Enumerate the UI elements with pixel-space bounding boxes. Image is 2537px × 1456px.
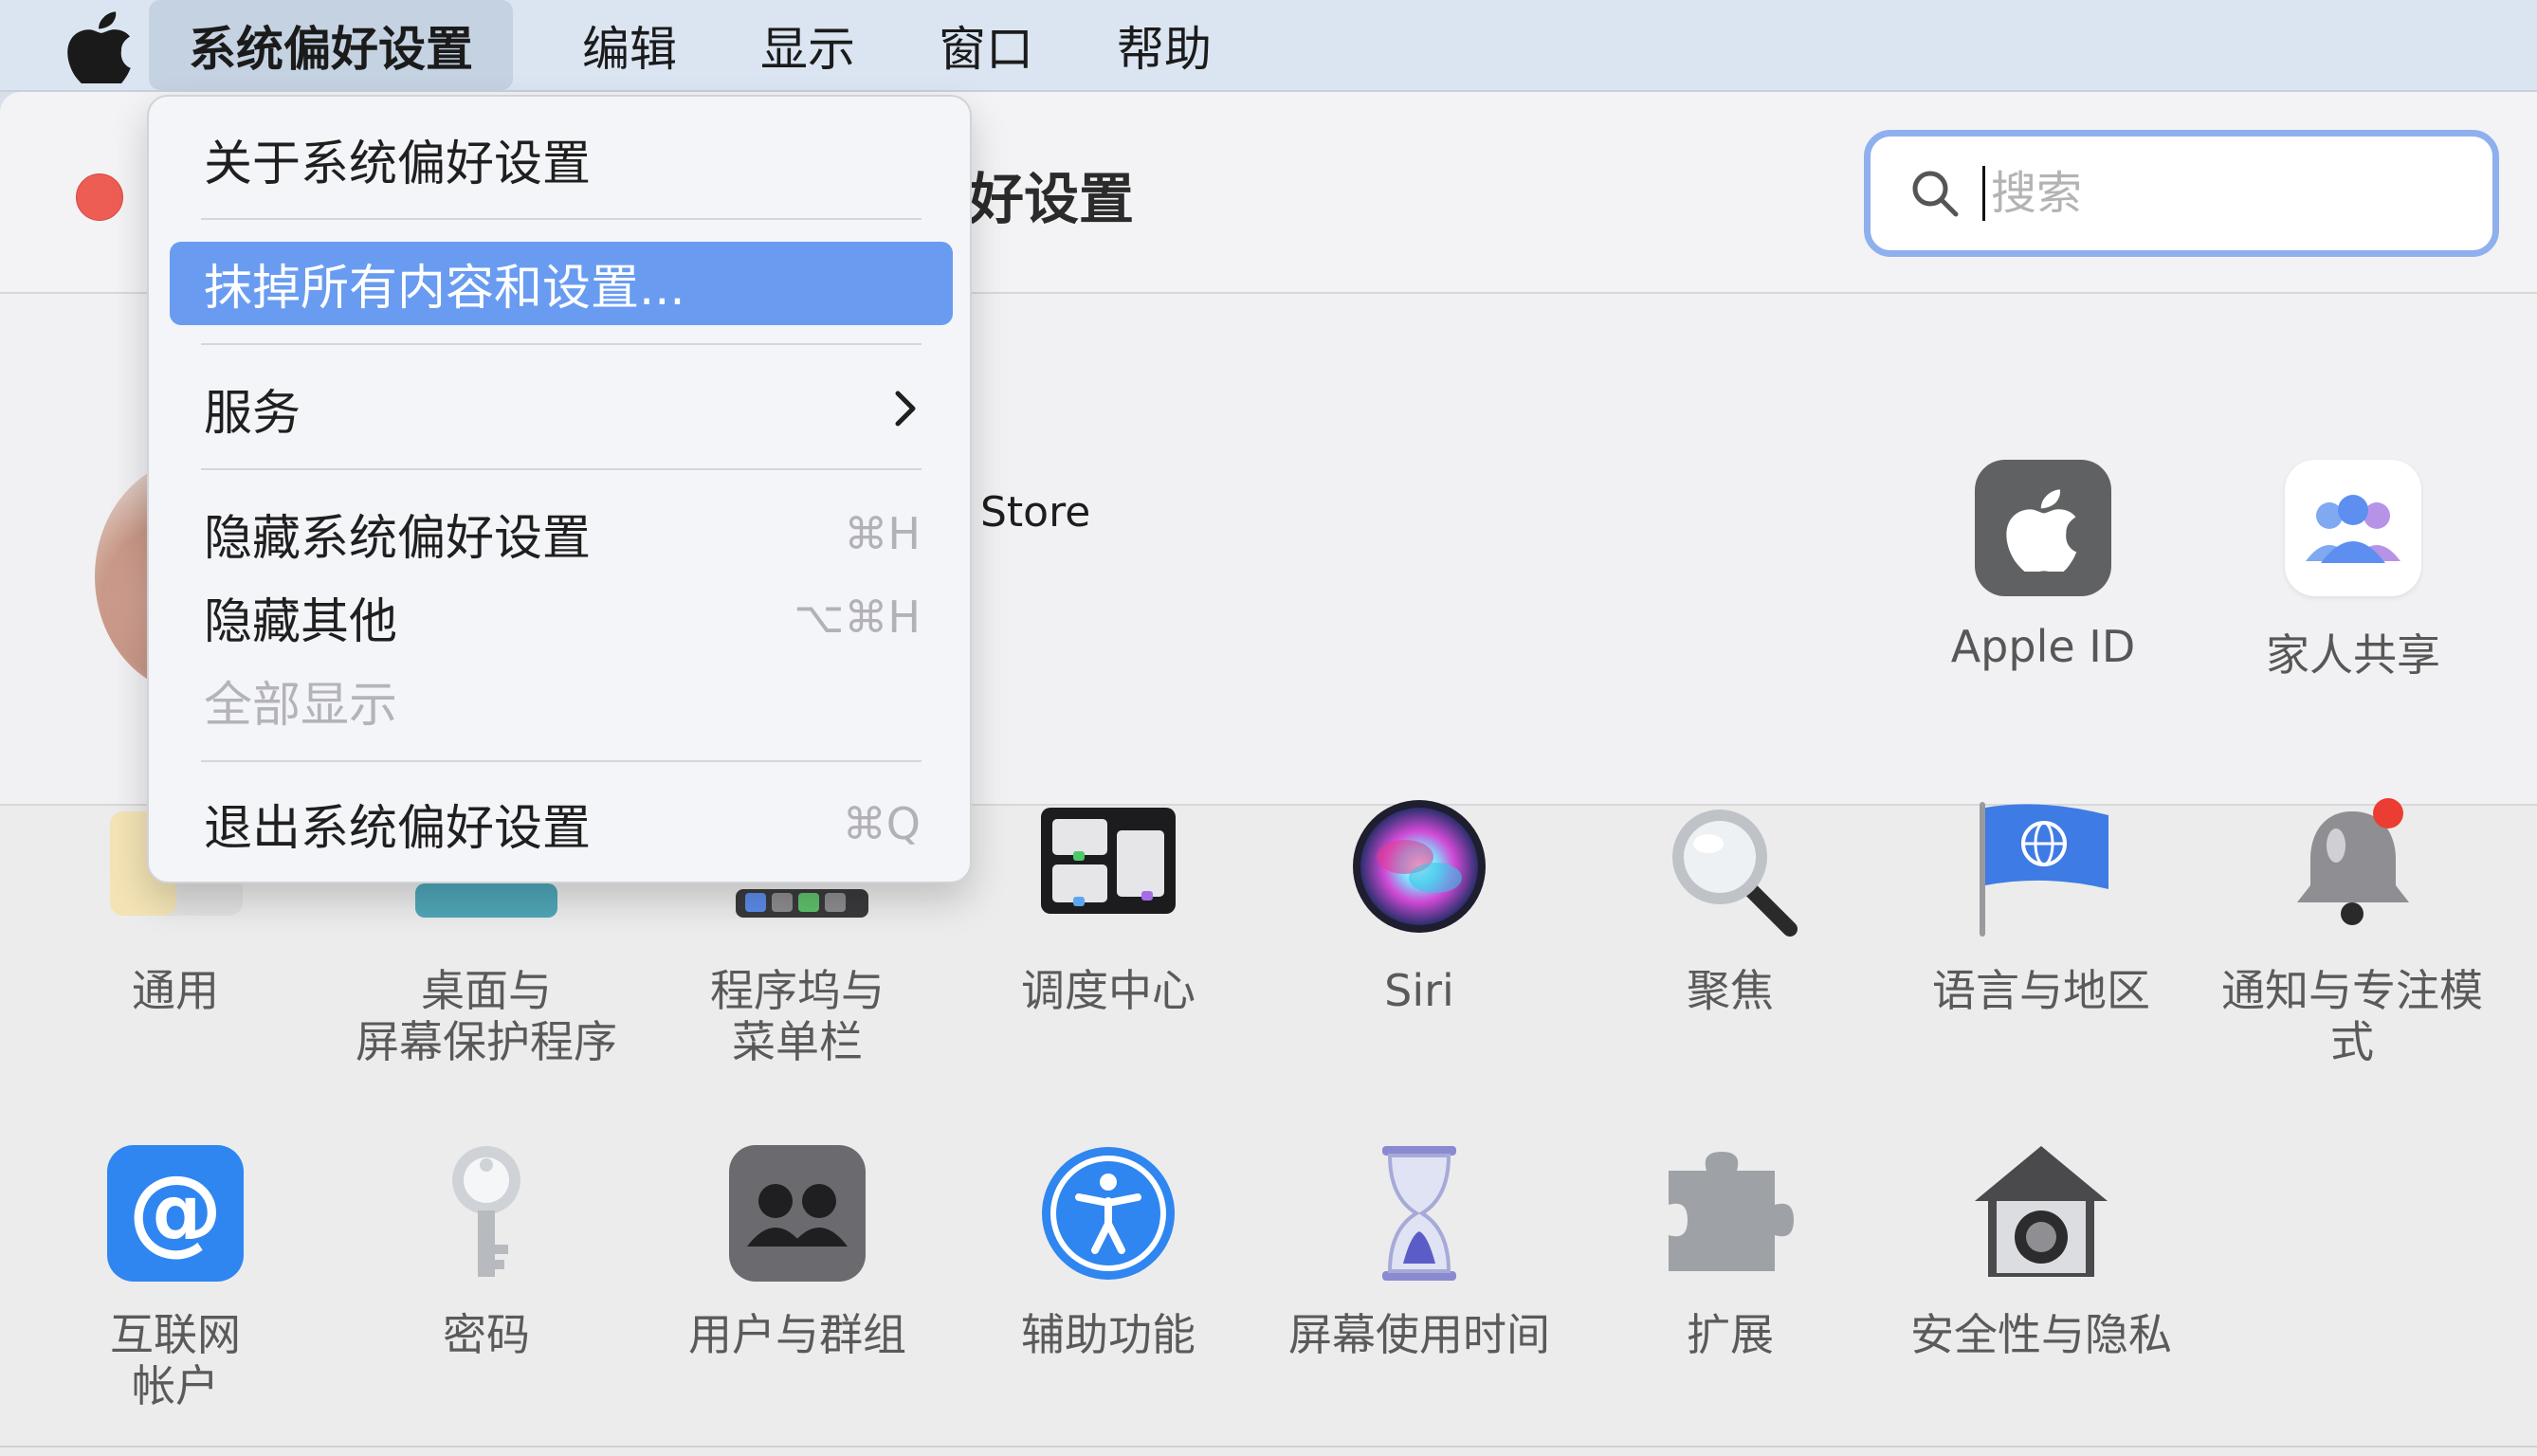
screen-time-label: 屏幕使用时间 <box>1288 1309 1550 1360</box>
menu-help[interactable]: 帮助 <box>1077 0 1251 90</box>
notifications-label: 通知与专注模式 <box>2221 965 2483 1067</box>
menu-quit-shortcut: ⌘Q <box>842 798 921 849</box>
menu-view[interactable]: 显示 <box>721 0 895 90</box>
pref-language-region[interactable]: 语言与地区 <box>1889 798 2193 1016</box>
chevron-right-icon <box>895 391 916 427</box>
menu-hide-label: 隐藏系统偏好设置 <box>204 511 592 567</box>
pref-internet-accounts[interactable]: @ 互联网 帐户 <box>24 1142 327 1411</box>
menu-separator <box>201 468 922 470</box>
text-caret <box>1982 166 1985 221</box>
siri-icon <box>1348 798 1490 940</box>
pref-family-sharing[interactable]: 家人共享 <box>2211 460 2495 683</box>
siri-label: Siri <box>1384 965 1454 1016</box>
menu-about-label: 关于系统偏好设置 <box>204 136 592 192</box>
extensions-icon <box>1659 1142 1801 1284</box>
menu-erase-label: 抹掉所有内容和设置... <box>204 261 685 317</box>
pref-extensions[interactable]: 扩展 <box>1579 1142 1882 1360</box>
notifications-icon <box>2281 798 2423 940</box>
search-field[interactable] <box>1864 130 2499 257</box>
search-input[interactable] <box>1991 167 2446 220</box>
menu-quit[interactable]: 退出系统偏好设置 ⌘Q <box>170 782 953 865</box>
accessibility-icon <box>1037 1142 1179 1284</box>
accessibility-label: 辅助功能 <box>1021 1309 1195 1360</box>
passwords-icon <box>415 1142 557 1284</box>
menu-app-name[interactable]: 系统偏好设置 <box>149 0 513 90</box>
pref-passwords[interactable]: 密码 <box>335 1142 638 1360</box>
menu-separator <box>201 218 922 220</box>
pref-mission-control[interactable]: 调度中心 <box>957 798 1260 1016</box>
menu-show-all-label: 全部显示 <box>204 678 398 734</box>
family-sharing-icon <box>2285 460 2421 596</box>
general-label: 通用 <box>132 965 219 1016</box>
users-groups-label: 用户与群组 <box>688 1309 906 1360</box>
extensions-label: 扩展 <box>1687 1309 1774 1360</box>
menu-services[interactable]: 服务 <box>170 367 953 450</box>
pref-notifications-focus[interactable]: 通知与专注模式 <box>2200 798 2504 1067</box>
close-window-button[interactable] <box>76 173 123 221</box>
screen-time-icon <box>1348 1142 1490 1284</box>
pref-spotlight[interactable]: 聚焦 <box>1579 798 1882 1016</box>
pref-siri[interactable]: Siri <box>1268 798 1571 1016</box>
menu-separator <box>201 760 922 762</box>
menu-edit[interactable]: 编辑 <box>542 0 717 90</box>
account-subtitle: Store <box>980 488 1091 537</box>
family-sharing-label: 家人共享 <box>2266 629 2440 681</box>
menu-hide-others-label: 隐藏其他 <box>204 594 398 650</box>
internet-accounts-icon: @ <box>104 1142 246 1284</box>
users-groups-icon <box>726 1142 868 1284</box>
menu-separator <box>201 343 922 345</box>
menu-erase-all[interactable]: 抹掉所有内容和设置... <box>170 242 953 325</box>
dock-menubar-label: 程序坞与 菜单栏 <box>710 965 885 1067</box>
apple-menu-icon[interactable] <box>66 9 135 83</box>
menu-hide-shortcut: ⌘H <box>844 508 921 559</box>
spotlight-icon <box>1659 798 1801 940</box>
pref-accessibility[interactable]: 辅助功能 <box>957 1142 1260 1360</box>
pref-security-privacy[interactable]: 安全性与隐私 <box>1889 1142 2193 1360</box>
language-region-label: 语言与地区 <box>1932 965 2150 1016</box>
apple-id-label: Apple ID <box>1950 621 2136 672</box>
internet-accounts-label: 互联网 帐户 <box>110 1309 241 1411</box>
passwords-label: 密码 <box>443 1309 530 1360</box>
menu-about[interactable]: 关于系统偏好设置 <box>170 118 953 201</box>
menu-window[interactable]: 窗口 <box>899 0 1073 90</box>
menu-services-label: 服务 <box>204 386 301 442</box>
menu-hide[interactable]: 隐藏系统偏好设置 ⌘H <box>170 492 953 575</box>
pref-screen-time[interactable]: 屏幕使用时间 <box>1268 1142 1571 1360</box>
menu-quit-label: 退出系统偏好设置 <box>204 801 592 857</box>
window-title: 好设置 <box>969 167 1135 231</box>
pref-users-groups[interactable]: 用户与群组 <box>646 1142 949 1360</box>
desktop-screensaver-label: 桌面与 屏幕保护程序 <box>356 965 617 1067</box>
menu-hide-others[interactable]: 隐藏其他 ⌥⌘H <box>170 575 953 659</box>
menu-bar: 系统偏好设置 编辑 显示 窗口 帮助 <box>0 0 2537 92</box>
menu-hide-others-shortcut: ⌥⌘H <box>794 592 921 643</box>
apple-icon <box>1975 460 2111 596</box>
app-dropdown-menu: 关于系统偏好设置 抹掉所有内容和设置... 服务 隐藏系统偏好设置 ⌘H 隐藏其… <box>147 95 972 883</box>
mission-control-icon <box>1037 798 1179 940</box>
security-privacy-label: 安全性与隐私 <box>1910 1309 2172 1360</box>
window-bottom-divider <box>0 1446 2537 1447</box>
language-region-icon <box>1970 798 2112 940</box>
pref-apple-id[interactable]: Apple ID <box>1901 460 2185 672</box>
search-icon <box>1912 171 1959 217</box>
spotlight-label: 聚焦 <box>1687 965 1774 1016</box>
svg-text:@: @ <box>128 1155 223 1265</box>
mission-control-label: 调度中心 <box>1021 965 1195 1016</box>
security-privacy-icon <box>1970 1142 2112 1284</box>
menu-show-all: 全部显示 <box>170 659 953 742</box>
